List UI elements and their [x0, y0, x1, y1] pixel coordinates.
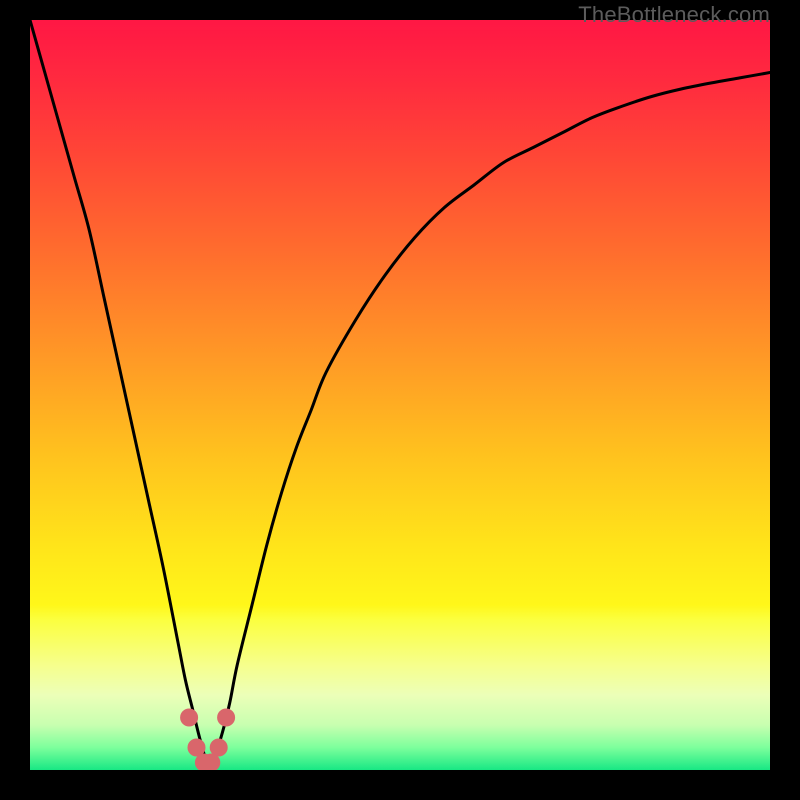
plot-area [30, 20, 770, 770]
dip-marker [180, 709, 198, 727]
dip-marker [210, 739, 228, 757]
dip-marker [217, 709, 235, 727]
bottleneck-curve [30, 20, 770, 770]
watermark-text: TheBottleneck.com [578, 2, 770, 28]
chart-frame: TheBottleneck.com [0, 0, 800, 800]
